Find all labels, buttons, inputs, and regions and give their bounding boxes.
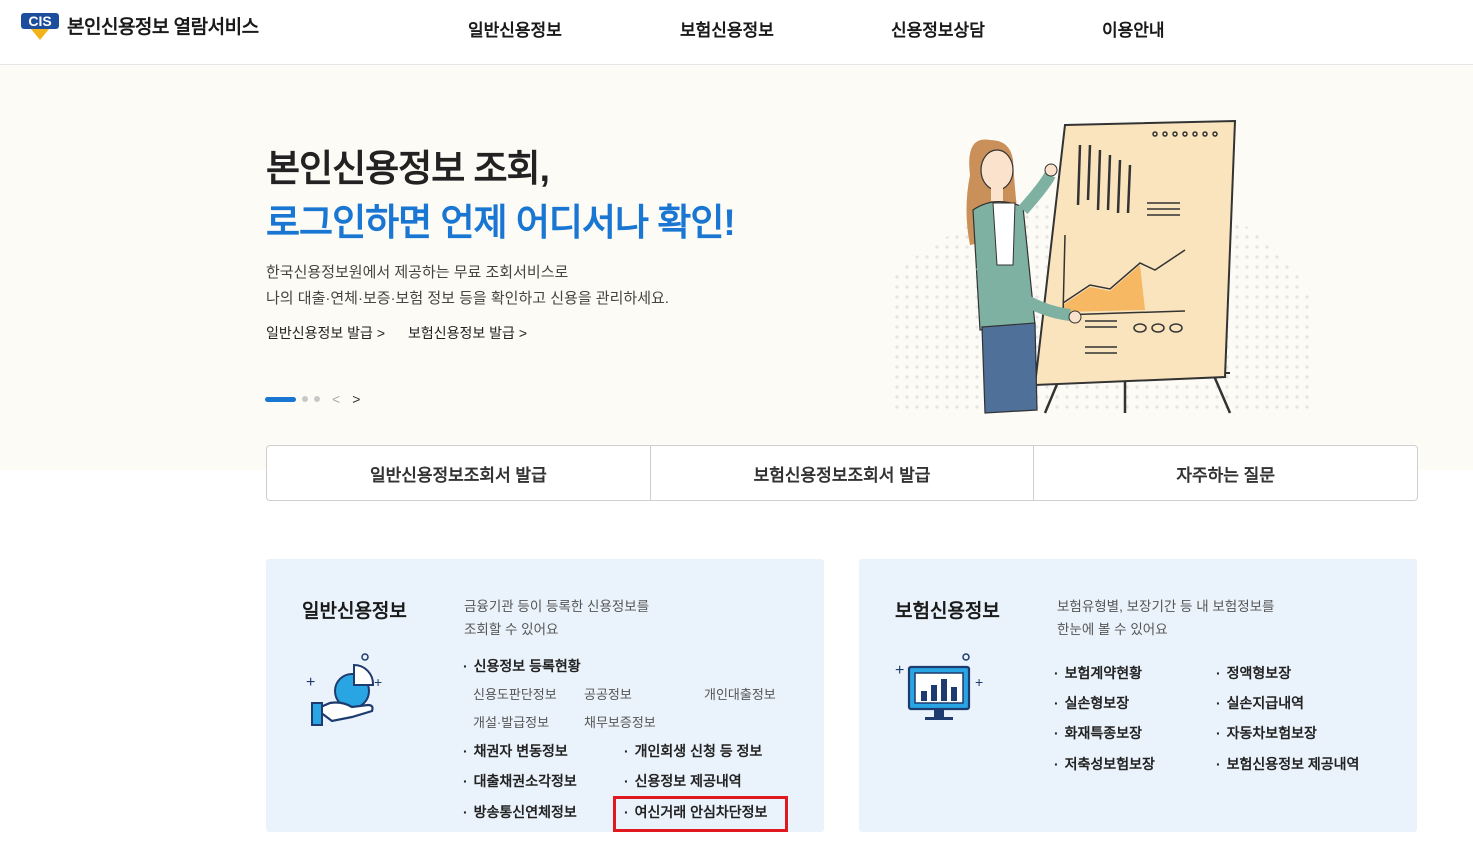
menu-personal-rehab[interactable]: 개인회생 신청 등 정보	[624, 741, 763, 761]
hand-chart-icon: + +	[306, 653, 382, 726]
menu-savings-insurance-coverage[interactable]: 저축성보험보장	[1054, 754, 1155, 774]
card-title: 일반신용정보	[302, 601, 407, 622]
svg-text:+: +	[374, 674, 382, 690]
menu-fixed-coverage[interactable]: 정액형보장	[1216, 663, 1291, 683]
svg-text:CIS: CIS	[28, 13, 51, 29]
card-description: 금융기관 등이 등록한 신용정보를 조회할 수 있어요	[464, 595, 724, 641]
general-credit-report-button[interactable]: 일반신용정보조회서 발급	[267, 446, 650, 500]
svg-text:+: +	[895, 662, 904, 679]
menu-credit-registration[interactable]: 신용정보 등록현황	[463, 656, 581, 676]
nav-usage-guide[interactable]: 이용안내	[1102, 16, 1165, 41]
menu-indemnity-payments[interactable]: 실손지급내역	[1216, 693, 1304, 713]
submenu-personal-loan[interactable]: 개인대출정보	[704, 684, 776, 703]
hero-title: 본인신용정보 조회,	[266, 148, 550, 189]
carousel-prev-icon[interactable]: <	[332, 392, 340, 406]
carousel-dot-active[interactable]	[265, 396, 296, 402]
monitor-chart-icon: + +	[895, 653, 983, 720]
hero-description-line1: 한국신용정보원에서 제공하는 무료 조회서비스로	[266, 264, 569, 281]
menu-telecom-overdue[interactable]: 방송통신연체정보	[463, 802, 577, 822]
submenu-debt-guarantee[interactable]: 채무보증정보	[584, 712, 656, 731]
hero-description-line2: 나의 대출·연체·보증·보험 정보 등을 확인하고 신용을 관리하세요.	[266, 290, 669, 307]
general-credit-card: 일반신용정보 금융기관 등이 등록한 신용정보를 조회할 수 있어요 + + 신…	[266, 559, 824, 832]
menu-credit-provision[interactable]: 신용정보 제공내역	[624, 771, 742, 791]
card-description: 보험유형별, 보장기간 등 내 보험정보를 한눈에 볼 수 있어요	[1057, 595, 1317, 641]
general-credit-issue-link[interactable]: 일반신용정보 발급 >	[266, 323, 385, 343]
submenu-open-issue[interactable]: 개설·발급정보	[473, 712, 549, 731]
quick-menu: 일반신용정보조회서 발급 보험신용정보조회서 발급 자주하는 질문	[266, 445, 1418, 501]
insurance-credit-card: 보험신용정보 보험유형별, 보장기간 등 내 보험정보를 한눈에 볼 수 있어요…	[859, 559, 1417, 832]
insurance-credit-report-button[interactable]: 보험신용정보조회서 발급	[649, 446, 1034, 500]
submenu-credit-judgment[interactable]: 신용도판단정보	[473, 684, 557, 703]
hero-carousel-pager: < >	[265, 392, 360, 406]
card-title: 보험신용정보	[895, 601, 1000, 622]
menu-insurance-contracts[interactable]: 보험계약현황	[1054, 663, 1142, 683]
faq-button[interactable]: 자주하는 질문	[1033, 446, 1417, 500]
card-description-line2: 조회할 수 있어요	[464, 622, 559, 637]
hero-subtitle: 로그인하면 언제 어디서나 확인!	[266, 202, 736, 243]
nav-credit-consult[interactable]: 신용정보상담	[891, 16, 985, 41]
cis-logo-icon: CIS	[21, 13, 59, 40]
highlight-box	[613, 796, 788, 832]
carousel-next-icon[interactable]: >	[352, 392, 360, 406]
nav-general-credit[interactable]: 일반신용정보	[468, 16, 562, 41]
carousel-dot[interactable]	[314, 396, 320, 402]
menu-indemnity-coverage[interactable]: 실손형보장	[1054, 693, 1129, 713]
presenter-illustration	[890, 119, 1315, 414]
card-description-line2: 한눈에 볼 수 있어요	[1057, 622, 1168, 637]
card-description-line1: 보험유형별, 보장기간 등 내 보험정보를	[1057, 599, 1275, 614]
svg-text:+: +	[975, 674, 983, 690]
site-header: CIS 본인신용정보 열람서비스 일반신용정보 보험신용정보 신용정보상담 이용…	[0, 0, 1473, 65]
svg-text:+: +	[306, 674, 315, 691]
menu-creditor-change[interactable]: 채권자 변동정보	[463, 741, 568, 761]
insurance-credit-issue-link[interactable]: 보험신용정보 발급 >	[408, 323, 527, 343]
card-description-line1: 금융기관 등이 등록한 신용정보를	[464, 599, 650, 614]
menu-fire-special-coverage[interactable]: 화재특종보장	[1054, 723, 1142, 743]
menu-sold-loans[interactable]: 대출채권소각정보	[463, 771, 577, 791]
site-logo[interactable]: CIS 본인신용정보 열람서비스	[21, 10, 259, 40]
menu-insurance-provision[interactable]: 보험신용정보 제공내역	[1216, 754, 1360, 774]
submenu-public-info[interactable]: 공공정보	[584, 684, 632, 703]
menu-auto-insurance-coverage[interactable]: 자동차보험보장	[1216, 723, 1317, 743]
nav-insurance-credit[interactable]: 보험신용정보	[680, 16, 774, 41]
carousel-dot[interactable]	[302, 396, 308, 402]
logo-text: 본인신용정보 열람서비스	[67, 16, 259, 38]
